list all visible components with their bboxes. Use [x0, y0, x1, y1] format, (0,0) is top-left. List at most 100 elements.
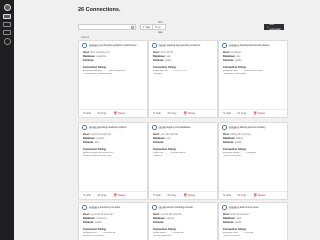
delete-label: Delete — [118, 194, 126, 197]
page-title: 26 Connections. — [78, 7, 121, 13]
connection-card[interactable]: postgres-production-analytics-warehouse P… — [78, 40, 148, 118]
edit-button[interactable]: ✎ Edit — [153, 112, 161, 116]
edit-label: Edit — [226, 194, 231, 197]
sort-icon: ⇅ — [155, 25, 158, 29]
database-label: Database: — [223, 55, 236, 59]
schema-row: Schema:public — [223, 141, 284, 145]
card-actions: ✎ Edit ⧉ Copy 🗑 Delete — [219, 109, 287, 117]
schema-label: Schema: — [153, 141, 164, 145]
delete-label: Delete — [258, 194, 266, 197]
edit-button[interactable]: ✎ Edit — [83, 111, 91, 116]
search-box[interactable] — [78, 24, 136, 40]
connection-string-label: Connection String: — [153, 65, 177, 69]
copy-button[interactable]: ⧉ Copy — [98, 194, 107, 198]
trash-icon: 🗑 — [113, 193, 118, 197]
card-body: Host:report-sql.internal Database:reports… — [79, 132, 147, 158]
connection-string: sqlserver://report-sql.internal:1433; dat… — [83, 152, 144, 158]
host-value: billing.db.internal — [230, 133, 251, 136]
history-icon[interactable] — [3, 30, 11, 35]
edit-button[interactable]: ✎ Edit — [83, 194, 91, 198]
connection-string: postgresql://inv:********@eu-west.db .int… — [83, 232, 144, 238]
delete-button[interactable]: 🗑 Delete — [113, 111, 126, 116]
schema-label: Schema: — [223, 221, 234, 225]
connection-card[interactable]: postgres-billing-service-primary PostgreS… — [218, 122, 288, 200]
connection-string-line: database=reports;user=ro_user; — [83, 155, 112, 158]
sort-label: Sort by date — [158, 20, 163, 34]
copy-label: Copy — [170, 194, 177, 197]
copy-button[interactable]: ⧉ Copy — [238, 194, 247, 198]
host-value: localhost — [230, 51, 241, 54]
connection-string-line: .internal:5432/auth — [223, 235, 240, 238]
delete-label: Delete — [118, 112, 126, 115]
connection-string-label: Connection String: — [223, 147, 247, 151]
logo-icon[interactable] — [3, 4, 11, 11]
connection-card[interactable]: postgres-auth-users-store PostgreSQL Host:… — [218, 202, 288, 240]
schema-label: Schema: — [223, 141, 234, 145]
connection-string-line: .internal:5432/inventory — [83, 235, 104, 238]
host-value: eu-west.db.internal — [90, 213, 113, 216]
settings-icon[interactable] — [3, 38, 11, 45]
database-label: Database: — [153, 137, 166, 141]
delete-button[interactable]: 🗑 Delete — [253, 194, 266, 198]
database-label: Database: — [83, 137, 96, 141]
database-label: Database: — [223, 137, 236, 141]
database-icon — [222, 43, 227, 48]
delete-label: Delete — [188, 194, 196, 197]
schema-value: public — [234, 59, 242, 63]
card-body: Host:db1.example.net Database:analytics Sc… — [79, 50, 147, 76]
copy-button[interactable]: ⧉ Copy — [168, 112, 177, 116]
host-value: db1.example.net — [90, 51, 110, 54]
connection-card[interactable]: mysql-legacy-crm-database MySQL Host:crm-d… — [148, 122, 218, 200]
trash-icon: 🗑 — [183, 111, 188, 115]
connection-card[interactable]: mysql-events-tracking-cluster MySQL Host:e… — [148, 202, 218, 240]
delete-label: Delete — [188, 112, 196, 115]
connection-string-line: :3306/app — [153, 73, 162, 76]
pencil-icon: ✎ — [83, 111, 86, 115]
connection-string: postgresql://billing:********@billing.db… — [223, 152, 284, 158]
connection-card[interactable]: mysql-staging-app-primary-instance MySQL H… — [148, 40, 218, 118]
database-icon — [82, 205, 87, 210]
host-label: Host: — [223, 51, 230, 54]
connection-type: PostgreSQL — [229, 208, 240, 211]
edit-button[interactable]: ✎ Edit — [223, 194, 231, 198]
edit-button[interactable]: ✎ Edit — [153, 194, 161, 198]
connection-string-label: Connection String: — [83, 65, 107, 69]
connection-string: mysql://events:********@events.db .intern… — [153, 232, 214, 238]
trash-icon: 🗑 — [183, 193, 188, 197]
schema-row: Schema:public — [223, 59, 284, 63]
edit-button[interactable]: ✎ Edit — [223, 112, 231, 116]
copy-button[interactable]: ⧉ Copy — [168, 194, 177, 198]
connection-card[interactable]: mssql-reporting-readonly-replica SQL Serv… — [78, 122, 148, 200]
delete-button[interactable]: 🗑 Delete — [253, 112, 266, 116]
schema-value: dbo — [94, 141, 100, 145]
schema-row: Schema: — [153, 221, 214, 225]
copy-button[interactable]: ⧉ Copy — [238, 112, 247, 116]
sidebar — [0, 0, 14, 240]
copy-button[interactable]: ⧉ Copy — [98, 112, 107, 116]
host-label: Host: — [223, 133, 230, 136]
host-label: Host: — [153, 213, 160, 216]
delete-label: Delete — [258, 112, 266, 115]
host-value: events.db.internal — [160, 213, 182, 216]
host-value: crm-db.internal — [160, 133, 178, 136]
delete-button[interactable]: 🗑 Delete — [113, 193, 126, 198]
edit-label: Edit — [156, 112, 161, 115]
card-header: mssql-reporting-readonly-replica SQL Serv… — [79, 123, 147, 132]
delete-button[interactable]: 🗑 Delete — [183, 111, 196, 116]
database-label: Database: — [83, 217, 96, 221]
add-connection-button[interactable]: + Add connection — [264, 23, 284, 31]
database-label: Database: — [153, 217, 166, 221]
card-header: mysql-legacy-crm-database MySQL — [149, 123, 217, 132]
sort-button[interactable]: ⇅ Sort by date — [152, 21, 166, 34]
delete-button[interactable]: 🗑 Delete — [183, 193, 196, 198]
queries-icon[interactable] — [3, 22, 11, 27]
trash-icon: 🗑 — [113, 111, 118, 115]
connection-string: postgresql://auth:********@auth.db .inter… — [223, 232, 284, 238]
database-value: auth — [236, 217, 242, 221]
connections-icon[interactable] — [3, 14, 11, 19]
connection-card[interactable]: postgres-development-local-cluster Postgr… — [218, 40, 288, 118]
connection-string-line: :5432/analytics?sslmode=require — [83, 73, 113, 76]
database-value: dev — [236, 55, 241, 59]
database-value: reports — [96, 137, 105, 141]
connection-card[interactable]: postgres-inventory-eu-west PostgreSQL Host… — [78, 202, 148, 240]
